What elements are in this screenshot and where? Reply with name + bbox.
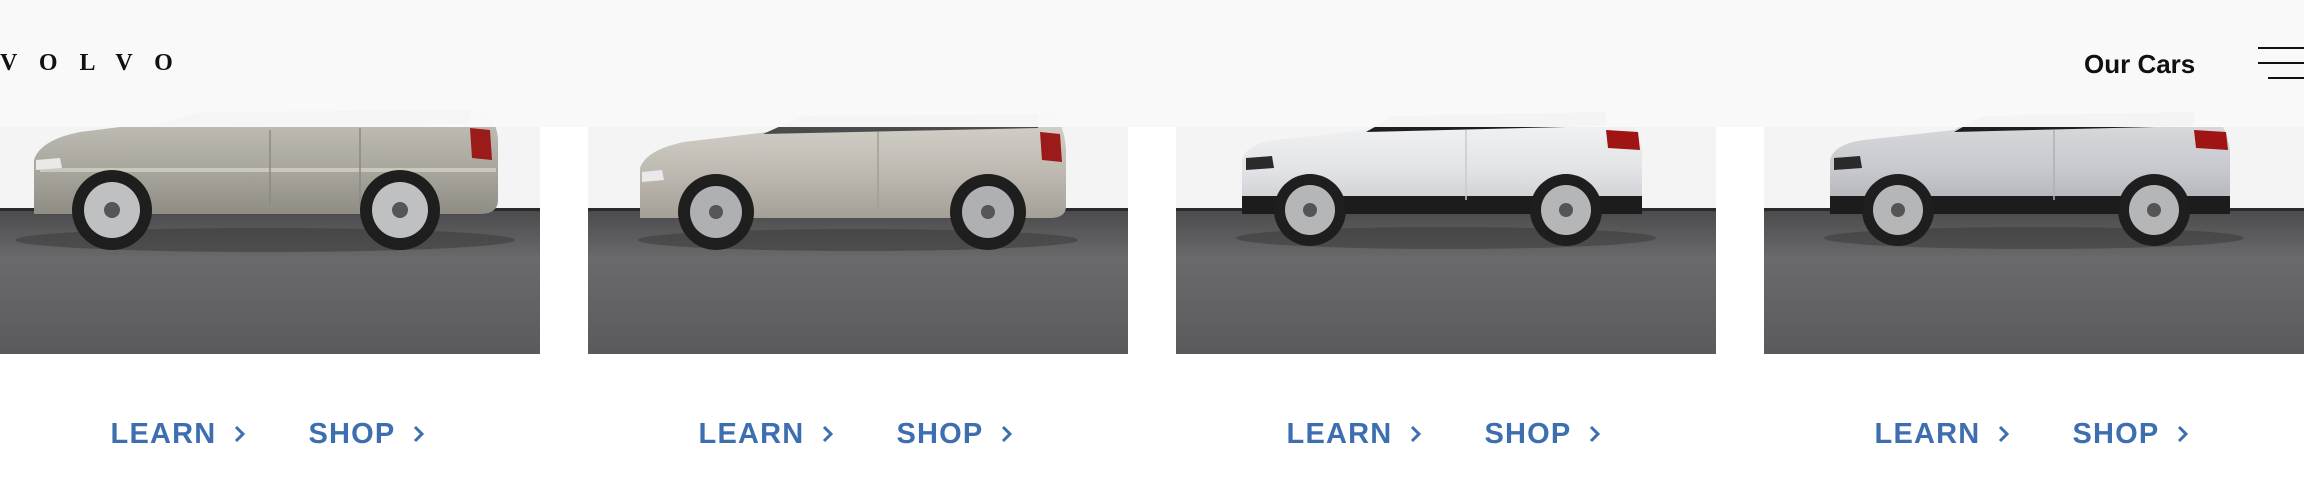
page: LEARN SHOP LEARN SHOP LEARN SHOP LEARN S… xyxy=(0,0,2304,492)
chevron-right-icon xyxy=(823,425,834,443)
chevron-right-icon xyxy=(235,425,246,443)
learn-link[interactable]: LEARN xyxy=(1287,418,1427,451)
chevron-right-icon xyxy=(1590,425,1601,443)
chevron-right-icon xyxy=(414,425,425,443)
shop-link-label: SHOP xyxy=(2072,417,2160,450)
learn-link[interactable]: LEARN xyxy=(699,418,839,451)
learn-link-label: LEARN xyxy=(1286,417,1393,450)
shop-link[interactable]: SHOP xyxy=(1484,418,1605,451)
hamburger-menu-icon[interactable] xyxy=(2258,45,2304,81)
car-card-links: LEARN SHOP xyxy=(0,410,540,458)
shop-link-label: SHOP xyxy=(308,417,396,450)
site-header: VOLVO Our Cars xyxy=(0,0,2304,127)
car-card-links: LEARN SHOP xyxy=(1176,410,1716,458)
car-card-links: LEARN SHOP xyxy=(588,410,1128,458)
learn-link[interactable]: LEARN xyxy=(1875,418,2015,451)
chevron-right-icon xyxy=(1999,425,2010,443)
shop-link[interactable]: SHOP xyxy=(2072,418,2193,451)
learn-link-label: LEARN xyxy=(698,417,805,450)
chevron-right-icon xyxy=(1002,425,1013,443)
chevron-right-icon xyxy=(2178,425,2189,443)
shop-link[interactable]: SHOP xyxy=(896,418,1017,451)
shop-link-label: SHOP xyxy=(896,417,984,450)
volvo-logo[interactable]: VOLVO xyxy=(0,46,195,80)
our-cars-link[interactable]: Our Cars xyxy=(2084,46,2195,82)
learn-link-label: LEARN xyxy=(1874,417,1981,450)
learn-link-label: LEARN xyxy=(110,417,217,450)
learn-link[interactable]: LEARN xyxy=(111,418,251,451)
car-card-links: LEARN SHOP xyxy=(1764,410,2304,458)
shop-link[interactable]: SHOP xyxy=(308,418,429,451)
chevron-right-icon xyxy=(1411,425,1422,443)
shop-link-label: SHOP xyxy=(1484,417,1572,450)
